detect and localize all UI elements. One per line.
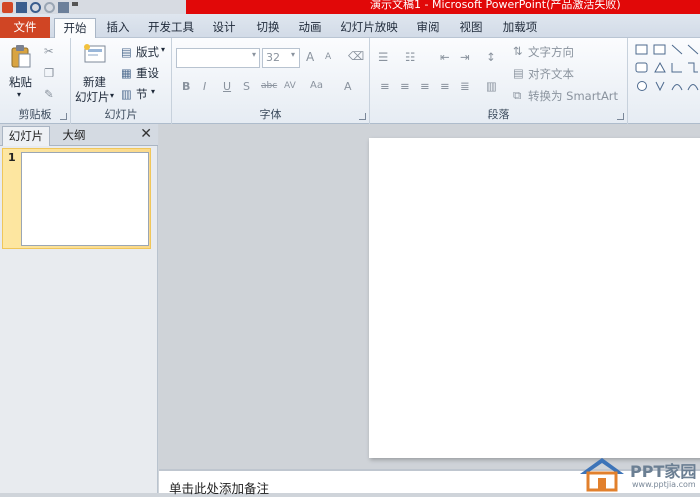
watermark-text: PPT家园 xyxy=(630,462,697,481)
tab-view[interactable]: 视图 xyxy=(457,18,485,38)
slides-group: 新建 幻灯片 ▾ ▤ 版式 ▾ ▦ 重设 ▥ 节 ▾ 幻灯片 xyxy=(71,38,172,124)
paragraph-group: ☰ ☷ ⇤ ⇥ ↕ ≡ ≡ ≡ ≡ ≣ ▥ ⇅ 文字方向 ▤ 对齐文本 ⧉ 转换… xyxy=(370,38,628,124)
slides-group-label: 幻灯片 xyxy=(104,108,138,121)
watermark-url: www.pptjia.com xyxy=(632,480,696,489)
tab-design[interactable]: 设计 xyxy=(210,18,238,38)
paste-button[interactable]: 粘贴 xyxy=(9,74,32,90)
tab-animations[interactable]: 动画 xyxy=(296,18,324,38)
bullets-icon[interactable]: ☰ xyxy=(378,50,388,64)
tab-transitions[interactable]: 切换 xyxy=(254,18,282,38)
customize-toolbar-icon[interactable] xyxy=(72,1,78,13)
print-icon[interactable] xyxy=(58,1,69,13)
font-name-input[interactable] xyxy=(176,48,260,68)
quick-access-toolbar xyxy=(0,0,186,14)
font-color-button[interactable]: A xyxy=(344,80,352,93)
layout-icon[interactable]: ▤ xyxy=(121,45,132,59)
underline-button[interactable]: U xyxy=(223,80,231,93)
tab-slides[interactable]: 幻灯片 xyxy=(2,126,50,146)
align-center-icon[interactable]: ≡ xyxy=(400,79,410,93)
numbering-icon[interactable]: ☷ xyxy=(405,50,415,64)
tab-outline[interactable]: 大纲 xyxy=(54,126,94,146)
slide-panel: 幻灯片 大纲 ✕ 1 xyxy=(0,124,158,493)
tab-developer[interactable]: 开发工具 xyxy=(146,18,196,38)
paragraph-group-label: 段落 xyxy=(487,108,510,121)
layout-dropdown-icon[interactable]: ▾ xyxy=(161,45,165,54)
powerpoint-logo-icon xyxy=(2,1,13,13)
text-direction-icon[interactable]: ⇅ xyxy=(513,44,523,58)
copy-icon[interactable]: ❐ xyxy=(44,66,54,80)
slide-thumbnail-selected[interactable]: 1 xyxy=(2,148,151,249)
layout-button[interactable]: 版式 xyxy=(136,44,159,60)
align-text-icon[interactable]: ▤ xyxy=(513,66,524,80)
tab-addins[interactable]: 加载项 xyxy=(500,18,540,38)
slide-panel-tabs: 幻灯片 大纲 ✕ xyxy=(0,124,158,146)
tab-home[interactable]: 开始 xyxy=(54,18,96,39)
clear-formatting-icon[interactable]: ⌫ xyxy=(348,49,364,63)
new-slide-icon[interactable] xyxy=(83,43,107,65)
strikethrough-button[interactable]: abc xyxy=(261,81,277,91)
convert-smartart-button[interactable]: 转换为 SmartArt xyxy=(528,88,618,104)
tab-slideshow[interactable]: 幻灯片放映 xyxy=(340,18,398,38)
font-launcher-icon[interactable] xyxy=(359,113,366,120)
decrease-indent-icon[interactable]: ⇤ xyxy=(440,50,450,64)
shapes-gallery-icons[interactable] xyxy=(634,44,700,96)
shapes-gallery xyxy=(630,38,700,124)
font-name-dropdown-icon[interactable]: ▾ xyxy=(252,50,256,59)
smartart-icon[interactable]: ⧉ xyxy=(513,88,521,103)
paragraph-launcher-icon[interactable] xyxy=(617,113,624,120)
window-title: 演示文稿1 - Microsoft PowerPoint(产品激活失败) xyxy=(370,0,621,11)
tab-file[interactable]: 文件 xyxy=(0,17,50,38)
columns-icon[interactable]: ▥ xyxy=(486,79,497,93)
ribbon: 粘贴 ▾ ✂ ❐ ✎ 剪贴板 新建 幻灯片 ▾ ▤ 版式 ▾ ▦ 重设 ▥ 节 … xyxy=(0,38,700,124)
reset-icon[interactable]: ▦ xyxy=(121,66,132,80)
tab-insert[interactable]: 插入 xyxy=(104,18,132,38)
undo-icon[interactable] xyxy=(30,1,41,13)
align-text-button[interactable]: 对齐文本 xyxy=(528,66,574,82)
align-left-icon[interactable]: ≡ xyxy=(380,79,390,93)
tab-review[interactable]: 审阅 xyxy=(414,18,442,38)
clipboard-launcher-icon[interactable] xyxy=(60,113,67,120)
redo-icon[interactable] xyxy=(44,1,55,13)
bold-button[interactable]: B xyxy=(182,80,190,93)
cut-icon[interactable]: ✂ xyxy=(44,44,54,58)
justify-icon[interactable]: ≡ xyxy=(440,79,450,93)
section-button[interactable]: 节 xyxy=(136,86,148,102)
line-spacing-icon[interactable]: ↕ xyxy=(486,50,496,64)
slide-editing-area xyxy=(159,124,700,469)
new-slide-dropdown-icon[interactable]: ▾ xyxy=(110,91,114,100)
section-dropdown-icon[interactable]: ▾ xyxy=(151,87,155,96)
clipboard-group: 粘贴 ▾ ✂ ❐ ✎ 剪贴板 xyxy=(0,38,71,124)
save-icon[interactable] xyxy=(16,1,27,13)
slide-canvas[interactable] xyxy=(369,138,700,458)
change-case-button[interactable]: Aa xyxy=(310,80,323,91)
section-icon[interactable]: ▥ xyxy=(121,87,132,101)
grow-font-button[interactable]: A xyxy=(306,50,314,64)
watermark: PPT家园 www.pptjia.com xyxy=(576,456,700,493)
house-logo-icon xyxy=(580,458,624,492)
close-panel-icon[interactable]: ✕ xyxy=(140,126,152,142)
font-group-label: 字体 xyxy=(259,108,282,121)
reset-button[interactable]: 重设 xyxy=(136,65,159,81)
new-slide-button-line2[interactable]: 幻灯片 xyxy=(75,89,110,105)
notes-placeholder[interactable]: 单击此处添加备注 xyxy=(169,478,269,497)
italic-button[interactable]: I xyxy=(203,80,206,93)
new-slide-button-line1[interactable]: 新建 xyxy=(83,74,106,90)
character-spacing-button[interactable]: AV xyxy=(284,81,296,91)
shrink-font-button[interactable]: A xyxy=(325,52,331,62)
ribbon-tab-bar: 文件 开始 插入 开发工具 设计 切换 动画 幻灯片放映 审阅 视图 加载项 xyxy=(0,14,700,39)
title-bar: 演示文稿1 - Microsoft PowerPoint(产品激活失败) xyxy=(0,0,700,14)
increase-indent-icon[interactable]: ⇥ xyxy=(460,50,470,64)
text-direction-button[interactable]: 文字方向 xyxy=(528,44,574,60)
paste-dropdown-icon[interactable]: ▾ xyxy=(17,90,21,99)
slide-thumbnail[interactable] xyxy=(21,152,149,246)
format-painter-icon[interactable]: ✎ xyxy=(44,87,54,101)
align-right-icon[interactable]: ≡ xyxy=(420,79,430,93)
slide-number: 1 xyxy=(8,151,16,164)
paste-icon[interactable] xyxy=(10,44,32,68)
font-size-dropdown-icon[interactable]: ▾ xyxy=(291,50,295,59)
distributed-icon[interactable]: ≣ xyxy=(460,79,470,93)
text-shadow-button[interactable]: S xyxy=(243,80,250,93)
font-group: ▾ 32 ▾ A A ⌫ B I U S abc AV Aa A 字体 xyxy=(172,38,370,124)
